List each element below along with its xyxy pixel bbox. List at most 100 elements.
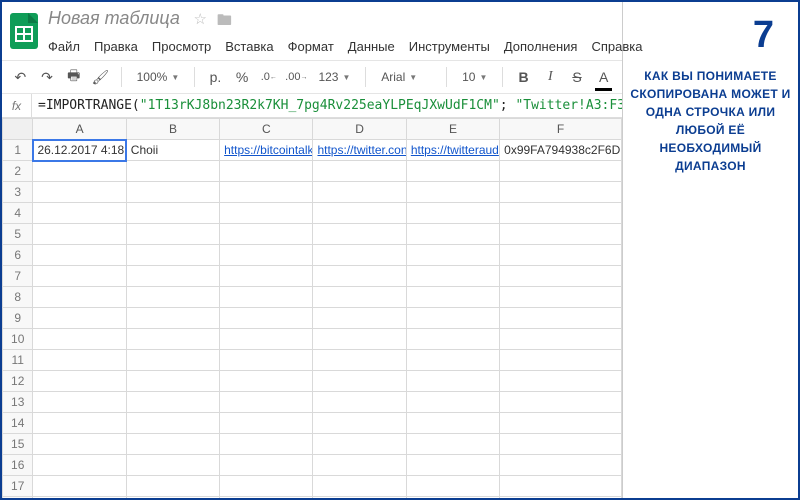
cell-F9[interactable] — [500, 308, 622, 329]
cell-C15[interactable] — [220, 434, 313, 455]
cell-B11[interactable] — [126, 350, 219, 371]
cell-E13[interactable] — [406, 392, 499, 413]
cell-F14[interactable] — [500, 413, 622, 434]
cell-D9[interactable] — [313, 308, 406, 329]
number-format-select[interactable]: 123▼ — [313, 65, 355, 89]
cell-C17[interactable] — [220, 476, 313, 497]
row-header[interactable]: 3 — [3, 182, 33, 203]
cell-F18[interactable] — [500, 497, 622, 499]
cell-C13[interactable] — [220, 392, 313, 413]
cell-F4[interactable] — [500, 203, 622, 224]
cell-F6[interactable] — [500, 245, 622, 266]
cell-C1[interactable]: https://bitcointalk — [220, 140, 313, 161]
folder-icon[interactable]: 🖿 — [217, 10, 232, 35]
cell-A10[interactable] — [33, 329, 126, 350]
cell-E9[interactable] — [406, 308, 499, 329]
text-color-button[interactable]: A — [593, 65, 614, 89]
cell-F12[interactable] — [500, 371, 622, 392]
cell-D8[interactable] — [313, 287, 406, 308]
cell-D11[interactable] — [313, 350, 406, 371]
menu-data[interactable]: Данные — [348, 39, 395, 54]
column-header-C[interactable]: C — [220, 119, 313, 140]
menu-insert[interactable]: Вставка — [225, 39, 273, 54]
cell-D17[interactable] — [313, 476, 406, 497]
cell-A13[interactable] — [33, 392, 126, 413]
row-header[interactable]: 10 — [3, 329, 33, 350]
cell-E5[interactable] — [406, 224, 499, 245]
row-header[interactable]: 9 — [3, 308, 33, 329]
row-header[interactable]: 16 — [3, 455, 33, 476]
font-select[interactable]: Arial▼ — [376, 65, 436, 89]
row-header[interactable]: 15 — [3, 434, 33, 455]
cell-C9[interactable] — [220, 308, 313, 329]
menu-edit[interactable]: Правка — [94, 39, 138, 54]
cell-B1[interactable]: Choii — [126, 140, 219, 161]
menu-addons[interactable]: Дополнения — [504, 39, 578, 54]
cell-E12[interactable] — [406, 371, 499, 392]
cell-A4[interactable] — [33, 203, 126, 224]
cell-E3[interactable] — [406, 182, 499, 203]
cell-B17[interactable] — [126, 476, 219, 497]
paint-format-button[interactable]: 🖌 — [90, 65, 111, 89]
cell-B10[interactable] — [126, 329, 219, 350]
cell-B12[interactable] — [126, 371, 219, 392]
row-header[interactable]: 7 — [3, 266, 33, 287]
cell-D5[interactable] — [313, 224, 406, 245]
menu-view[interactable]: Просмотр — [152, 39, 211, 54]
cell-F1[interactable]: 0x99FA794938c2F6D — [500, 140, 622, 161]
cell-F7[interactable] — [500, 266, 622, 287]
cell-A3[interactable] — [33, 182, 126, 203]
cell-B4[interactable] — [126, 203, 219, 224]
cell-F3[interactable] — [500, 182, 622, 203]
cell-A15[interactable] — [33, 434, 126, 455]
select-all-cell[interactable] — [3, 119, 33, 140]
cell-E10[interactable] — [406, 329, 499, 350]
cell-E6[interactable] — [406, 245, 499, 266]
cell-D15[interactable] — [313, 434, 406, 455]
cell-A9[interactable] — [33, 308, 126, 329]
menu-file[interactable]: Файл — [48, 39, 80, 54]
cell-D7[interactable] — [313, 266, 406, 287]
cell-A7[interactable] — [33, 266, 126, 287]
column-header-F[interactable]: F — [500, 119, 622, 140]
undo-button[interactable]: ↶ — [10, 65, 31, 89]
cell-B9[interactable] — [126, 308, 219, 329]
cell-D12[interactable] — [313, 371, 406, 392]
cell-D16[interactable] — [313, 455, 406, 476]
percent-button[interactable]: % — [232, 65, 253, 89]
cell-D14[interactable] — [313, 413, 406, 434]
cell-C10[interactable] — [220, 329, 313, 350]
menu-format[interactable]: Формат — [288, 39, 334, 54]
cell-B2[interactable] — [126, 161, 219, 182]
row-header[interactable]: 1 — [3, 140, 33, 161]
currency-button[interactable]: р. — [205, 65, 226, 89]
cell-E11[interactable] — [406, 350, 499, 371]
cell-E1[interactable]: https://twitteraud — [406, 140, 499, 161]
cell-A17[interactable] — [33, 476, 126, 497]
cell-F2[interactable] — [500, 161, 622, 182]
cell-F5[interactable] — [500, 224, 622, 245]
cell-B18[interactable] — [126, 497, 219, 499]
zoom-select[interactable]: 100%▼ — [132, 65, 185, 89]
cell-C4[interactable] — [220, 203, 313, 224]
cell-B14[interactable] — [126, 413, 219, 434]
cell-C5[interactable] — [220, 224, 313, 245]
column-header-B[interactable]: B — [126, 119, 219, 140]
row-header[interactable]: 18 — [3, 497, 33, 499]
redo-button[interactable]: ↷ — [37, 65, 58, 89]
row-header[interactable]: 11 — [3, 350, 33, 371]
cell-A5[interactable] — [33, 224, 126, 245]
cell-F10[interactable] — [500, 329, 622, 350]
cell-F17[interactable] — [500, 476, 622, 497]
cell-E7[interactable] — [406, 266, 499, 287]
cell-B7[interactable] — [126, 266, 219, 287]
cell-A18[interactable] — [33, 497, 126, 499]
cell-C16[interactable] — [220, 455, 313, 476]
font-size-select[interactable]: 10▼ — [457, 65, 492, 89]
cell-B3[interactable] — [126, 182, 219, 203]
cell-D13[interactable] — [313, 392, 406, 413]
cell-D4[interactable] — [313, 203, 406, 224]
cell-D3[interactable] — [313, 182, 406, 203]
cell-C14[interactable] — [220, 413, 313, 434]
cell-D18[interactable] — [313, 497, 406, 499]
